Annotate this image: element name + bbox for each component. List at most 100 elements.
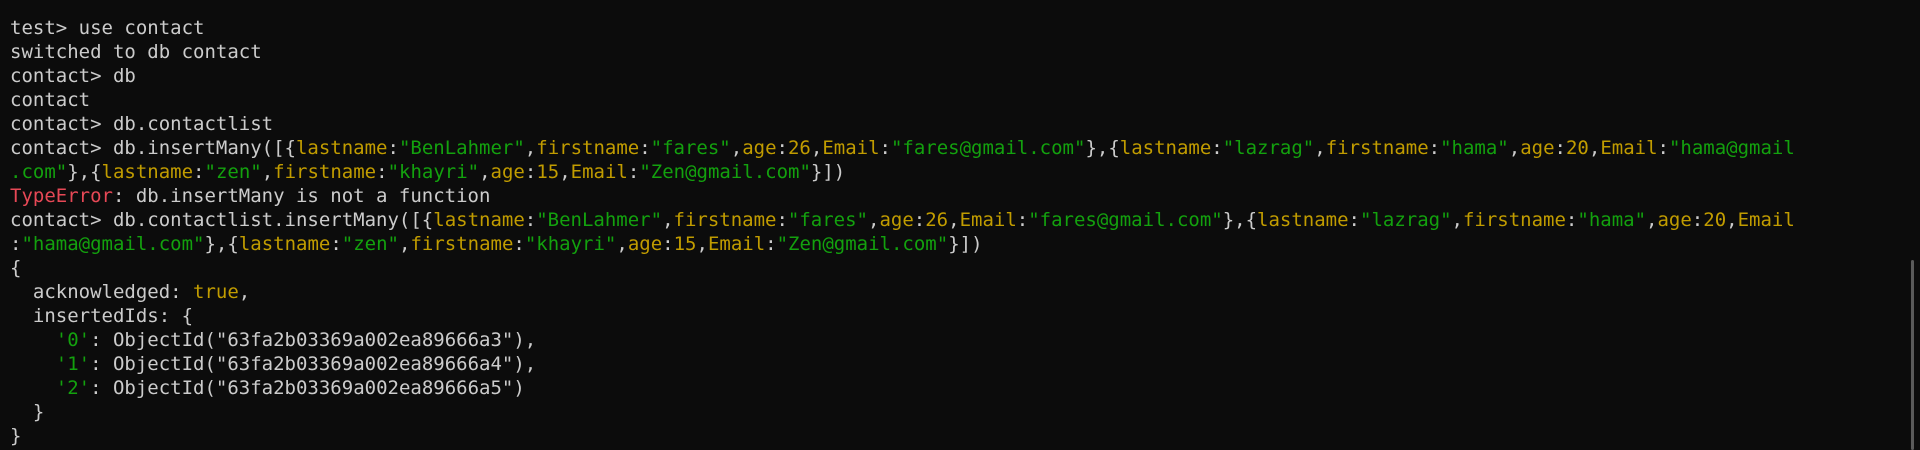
- terminal-line: contact> db.contactlist.insertMany([{las…: [10, 208, 1900, 232]
- terminal-text-segment: "zen": [204, 161, 262, 183]
- terminal-text-segment: firstname: [410, 233, 514, 255]
- terminal-text-segment: ,: [696, 233, 708, 255]
- terminal-text-segment: :: [1691, 209, 1704, 231]
- terminal-text-segment: :: [524, 161, 537, 183]
- terminal-line: '1': ObjectId("63fa2b03369a002ea89666a4"…: [10, 352, 1900, 376]
- terminal-text-segment: age: [627, 233, 663, 255]
- terminal-text-segment: contact> db.insertMany([{: [10, 137, 296, 159]
- terminal-text-segment: :: [879, 137, 891, 159]
- terminal-text-segment: :: [913, 209, 926, 231]
- terminal-text-segment: ,: [730, 137, 743, 159]
- terminal-text-segment: "BenLahmer": [536, 209, 663, 231]
- terminal-line: test> use contact: [10, 16, 1900, 40]
- terminal-text-segment: :: [639, 137, 651, 159]
- terminal-text-segment: "lazrag": [1360, 209, 1452, 231]
- terminal-text-segment: :: [765, 233, 777, 255]
- terminal-text-segment: Email: [822, 137, 880, 159]
- terminal-text-segment: '2': [55, 377, 91, 399]
- terminal-text-segment: :: [1565, 209, 1578, 231]
- terminal-text-segment: test> use contact: [10, 17, 205, 39]
- terminal-text-segment: :: [1016, 209, 1029, 231]
- terminal-text-segment: },{: [67, 161, 102, 183]
- terminal-text-segment: 26: [787, 137, 811, 159]
- terminal-text-segment: contact: [10, 89, 91, 111]
- terminal-text-segment: {: [10, 257, 22, 279]
- terminal-text-segment: :: [1657, 137, 1669, 159]
- terminal-text-segment: firstname: [673, 209, 777, 231]
- terminal-text-segment: :: [1428, 137, 1441, 159]
- terminal-text-segment: "khayri": [524, 233, 617, 255]
- terminal-text-segment: "fares@gmail.com": [1028, 209, 1223, 231]
- terminal-text-segment: ,: [810, 137, 823, 159]
- terminal-text-segment: 20: [1565, 137, 1589, 159]
- terminal-text-segment: :: [330, 233, 342, 255]
- terminal-text-segment: firstname: [1325, 137, 1429, 159]
- terminal-text-segment: ,: [524, 137, 537, 159]
- terminal-text-segment: ,: [479, 161, 491, 183]
- terminal-line: contact> db: [10, 64, 1900, 88]
- terminal-text-segment: "zen": [341, 233, 399, 255]
- terminal-text-segment: 26: [925, 209, 949, 231]
- terminal-text-segment: },{: [1222, 209, 1258, 231]
- terminal-text-segment: ,: [261, 161, 274, 183]
- terminal-line: '2': ObjectId("63fa2b03369a002ea89666a5"…: [10, 376, 1900, 400]
- terminal-text-segment: contact> db: [10, 65, 136, 87]
- terminal-text-segment: TypeError: [10, 185, 113, 207]
- terminal-line: {: [10, 256, 1900, 280]
- terminal-text-segment: "hama@gmail: [1668, 137, 1795, 159]
- terminal-text-segment: "fares@gmail.com": [890, 137, 1086, 159]
- terminal-text-segment: :: [1211, 137, 1223, 159]
- terminal-text-segment: Email: [707, 233, 766, 255]
- terminal-text-segment: Email: [1600, 137, 1658, 159]
- terminal-text-segment: contact> db.contactlist.insertMany([{: [10, 209, 434, 231]
- terminal-text-segment: lastname: [101, 161, 194, 183]
- terminal-text-segment: Email: [1737, 209, 1795, 231]
- terminal-text-segment: },{: [204, 233, 239, 255]
- terminal-text-segment: true: [193, 281, 239, 303]
- terminal-text-segment: }: [10, 401, 45, 423]
- terminal-text-segment: 15: [536, 161, 560, 183]
- terminal-text-segment: insertedIds: {: [10, 305, 194, 327]
- terminal-line: insertedIds: {: [10, 304, 1900, 328]
- terminal-text-segment: ,: [1646, 209, 1658, 231]
- terminal-text-segment: firstname: [1462, 209, 1566, 231]
- terminal-text-segment: :: [513, 233, 525, 255]
- terminal-text-segment: :: [1348, 209, 1360, 231]
- terminal-text-segment: age: [490, 161, 525, 183]
- terminal-text-segment: :: [662, 233, 674, 255]
- terminal-text-segment: : ObjectId("63fa2b03369a002ea89666a5"): [90, 377, 525, 399]
- terminal-line: contact: [10, 88, 1900, 112]
- terminal-text-segment: lastname: [1119, 137, 1212, 159]
- terminal-output[interactable]: test> use contact switched to db contact c…: [0, 0, 1900, 450]
- terminal-text-segment: "Zen@gmail.com": [776, 233, 949, 255]
- terminal-text-segment: :: [1554, 137, 1566, 159]
- terminal-text-segment: acknowledged:: [10, 281, 194, 303]
- terminal-text-segment: 20: [1703, 209, 1727, 231]
- terminal-text-segment: :: [387, 137, 399, 159]
- terminal-text-segment: : db.insertMany is not a function: [112, 185, 491, 207]
- terminal-text-segment: "hama": [1577, 209, 1647, 231]
- terminal-text-segment: "BenLahmer": [398, 137, 525, 159]
- terminal-text-segment: contact> db.contactlist: [10, 113, 274, 135]
- terminal-text-segment: ,: [398, 233, 411, 255]
- terminal-text-segment: :: [627, 161, 640, 183]
- terminal-text-segment: :: [524, 209, 537, 231]
- vertical-scrollbar[interactable]: [1911, 260, 1914, 450]
- terminal-text-segment: : ObjectId("63fa2b03369a002ea89666a4"),: [90, 353, 537, 375]
- terminal-text-segment: :: [10, 233, 22, 255]
- terminal-line: acknowledged: true,: [10, 280, 1900, 304]
- terminal-line: .com"},{lastname:"zen",firstname:"khayri…: [10, 160, 1900, 184]
- terminal-text-segment: },{: [1085, 137, 1120, 159]
- terminal-text-segment: lastname: [295, 137, 388, 159]
- terminal-text-segment: }: [10, 425, 22, 447]
- terminal-text-segment: firstname: [273, 161, 377, 183]
- terminal-line: contact> db.insertMany([{lastname:"BenLa…: [10, 136, 1900, 160]
- terminal-text-segment: }]): [810, 161, 846, 183]
- terminal-text-segment: :: [776, 209, 788, 231]
- terminal-text-segment: ,: [1588, 137, 1601, 159]
- terminal-text-segment: .com": [10, 161, 68, 183]
- terminal-text-segment: ,: [238, 281, 251, 303]
- terminal-line: }: [10, 400, 1900, 424]
